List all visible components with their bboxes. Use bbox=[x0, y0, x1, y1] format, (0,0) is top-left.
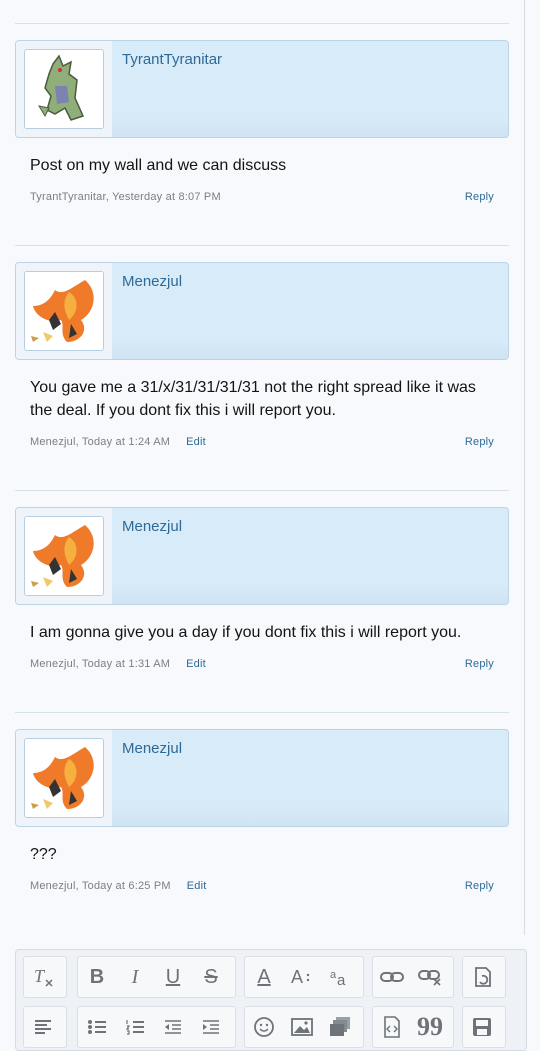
toolbar-group-insert bbox=[244, 1006, 364, 1048]
image-icon[interactable] bbox=[283, 1007, 321, 1047]
message-header: Menezjul bbox=[15, 729, 509, 827]
message-header: Menezjul bbox=[15, 262, 509, 360]
toolbar-group-font: A A aa bbox=[244, 956, 364, 998]
username-link[interactable]: Menezjul bbox=[122, 273, 182, 290]
edit-link[interactable]: Edit bbox=[186, 436, 206, 448]
toolbar-group-blocks: 99 bbox=[372, 1006, 454, 1048]
toolbar-group-history bbox=[462, 956, 506, 998]
smilie-icon[interactable] bbox=[245, 1007, 283, 1047]
message-author-date[interactable]: Menezjul, Today at 1:24 AM bbox=[30, 436, 170, 448]
reply-link[interactable]: Reply bbox=[465, 658, 494, 670]
scroll-edge-line bbox=[524, 0, 525, 935]
toolbar-group-lists bbox=[77, 1006, 236, 1048]
profile-post: TyrantTyranitar Post on my wall and we c… bbox=[15, 40, 509, 209]
save-draft-icon[interactable] bbox=[463, 1007, 501, 1047]
toolbar-group-link bbox=[372, 956, 454, 998]
bullet-list-icon[interactable] bbox=[78, 1007, 116, 1047]
align-icon[interactable] bbox=[24, 1007, 62, 1047]
quote-icon[interactable]: 99 bbox=[411, 1007, 449, 1047]
toolbar-group-align bbox=[23, 1006, 67, 1048]
divider bbox=[15, 23, 509, 24]
charizard-icon[interactable] bbox=[24, 516, 104, 596]
indent-icon[interactable] bbox=[192, 1007, 230, 1047]
toolbar-group-draft bbox=[462, 1006, 506, 1048]
divider bbox=[15, 245, 509, 246]
message-meta: TyrantTyranitar, Yesterday at 8:07 PM Re… bbox=[15, 191, 509, 209]
message-meta: Menezjul, Today at 6:25 PM Edit Reply bbox=[15, 880, 509, 898]
unlink-icon[interactable] bbox=[411, 957, 449, 997]
username-link[interactable]: Menezjul bbox=[122, 518, 182, 535]
bold-icon[interactable]: B bbox=[78, 957, 116, 997]
tyranitar-icon[interactable] bbox=[24, 49, 104, 129]
text-color-icon[interactable]: A bbox=[245, 957, 283, 997]
svg-text:T: T bbox=[34, 966, 46, 986]
clear-formatting-icon[interactable]: T bbox=[24, 957, 62, 997]
message-author-date[interactable]: Menezjul, Today at 1:31 AM bbox=[30, 658, 170, 670]
profile-post: Menezjul ??? Menezjul, Today at 6:25 PM E… bbox=[15, 729, 509, 898]
underline-icon[interactable]: U bbox=[154, 957, 192, 997]
profile-post: Menezjul I am gonna give you a day if yo… bbox=[15, 507, 509, 676]
reply-link[interactable]: Reply bbox=[465, 880, 494, 892]
toolbar-group-clear: T bbox=[23, 956, 67, 998]
outdent-icon[interactable] bbox=[154, 1007, 192, 1047]
message-body: I am gonna give you a day if you dont fi… bbox=[30, 624, 462, 641]
svg-text:a: a bbox=[337, 972, 346, 988]
divider bbox=[15, 712, 509, 713]
italic-icon[interactable]: I bbox=[116, 957, 154, 997]
message-meta: Menezjul, Today at 1:31 AM Edit Reply bbox=[15, 658, 509, 676]
strikethrough-icon[interactable]: S bbox=[192, 957, 230, 997]
reply-link[interactable]: Reply bbox=[465, 436, 494, 448]
link-icon[interactable] bbox=[373, 957, 411, 997]
reply-link[interactable]: Reply bbox=[465, 191, 494, 203]
message-header: TyrantTyranitar bbox=[15, 40, 509, 138]
message-body: ??? bbox=[30, 846, 57, 863]
divider bbox=[15, 490, 509, 491]
message-body: You gave me a 31/x/31/31/31/31 not the r… bbox=[30, 379, 476, 419]
font-size-icon[interactable]: A bbox=[283, 957, 321, 997]
message-meta: Menezjul, Today at 1:24 AM Edit Reply bbox=[15, 436, 509, 454]
svg-text:a: a bbox=[330, 969, 337, 981]
message-author-date[interactable]: Menezjul, Today at 6:25 PM bbox=[30, 880, 171, 892]
svg-text:A: A bbox=[291, 967, 303, 987]
numbered-list-icon[interactable] bbox=[116, 1007, 154, 1047]
message-author-date[interactable]: TyrantTyranitar, Yesterday at 8:07 PM bbox=[30, 191, 221, 203]
edit-link[interactable]: Edit bbox=[187, 880, 207, 892]
media-icon[interactable] bbox=[321, 1007, 359, 1047]
charizard-icon[interactable] bbox=[24, 271, 104, 351]
message-header: Menezjul bbox=[15, 507, 509, 605]
undo-icon[interactable] bbox=[463, 957, 501, 997]
username-link[interactable]: Menezjul bbox=[122, 740, 182, 757]
profile-post: Menezjul You gave me a 31/x/31/31/31/31 … bbox=[15, 262, 509, 454]
message-body: Post on my wall and we can discuss bbox=[30, 157, 287, 174]
code-icon[interactable] bbox=[373, 1007, 411, 1047]
username-link[interactable]: TyrantTyranitar bbox=[122, 51, 222, 68]
charizard-icon[interactable] bbox=[24, 738, 104, 818]
toolbar-group-text-style: B I U S bbox=[77, 956, 236, 998]
font-family-icon[interactable]: aa bbox=[321, 957, 359, 997]
edit-link[interactable]: Edit bbox=[186, 658, 206, 670]
